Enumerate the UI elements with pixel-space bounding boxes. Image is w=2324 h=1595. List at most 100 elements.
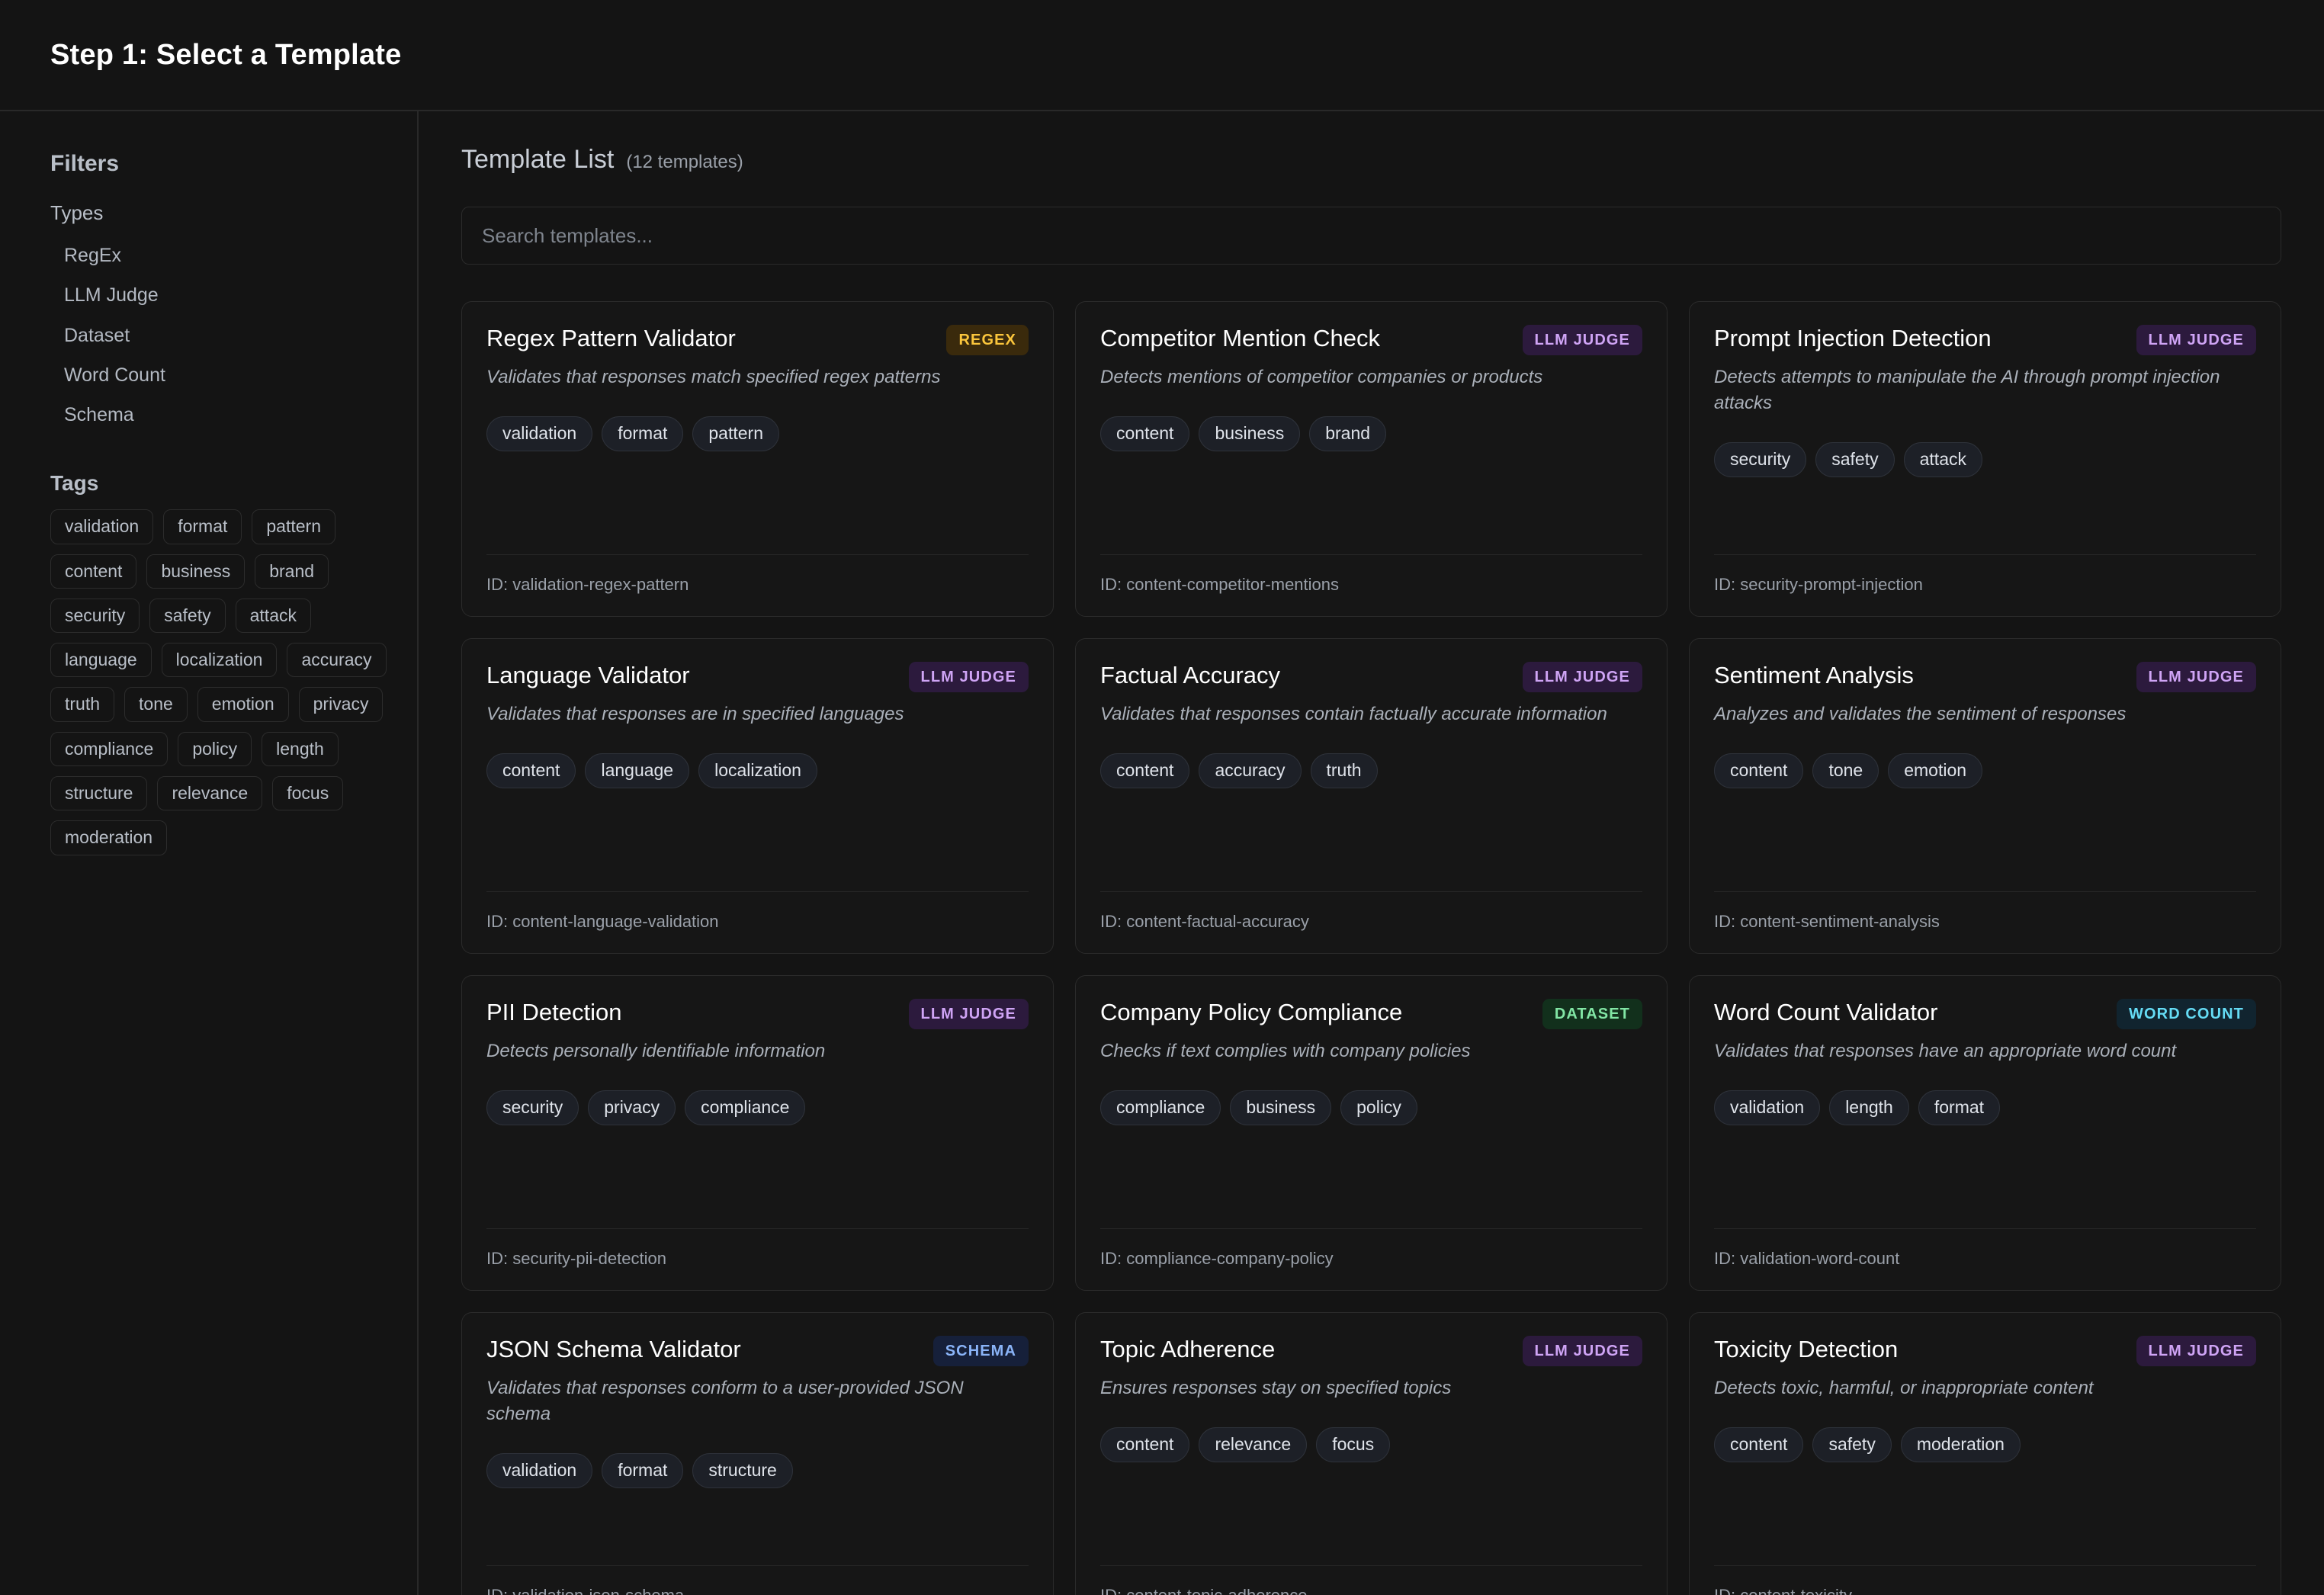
template-name: Competitor Mention Check bbox=[1100, 325, 1380, 351]
tag-filter-chip[interactable]: length bbox=[262, 731, 339, 767]
template-card[interactable]: Toxicity Detection LLM JUDGE Detects toxic… bbox=[1689, 1312, 2281, 1595]
tag-filter-chip[interactable]: accuracy bbox=[287, 643, 387, 678]
template-tag: security bbox=[486, 1090, 579, 1125]
template-card-header: Toxicity Detection LLM JUDGE bbox=[1714, 1336, 2256, 1366]
template-tag-list: content language localization bbox=[486, 753, 1029, 788]
template-card-header: Regex Pattern Validator REGEX bbox=[486, 325, 1029, 355]
type-filter-item[interactable]: Word Count bbox=[50, 355, 165, 395]
template-tag: language bbox=[585, 753, 690, 788]
tag-filter-chip[interactable]: localization bbox=[161, 643, 278, 678]
template-tag: compliance bbox=[1100, 1090, 1221, 1125]
template-card[interactable]: Prompt Injection Detection LLM JUDGE Detec… bbox=[1689, 301, 2281, 617]
template-card[interactable]: Company Policy Compliance DATASET Checks i… bbox=[1075, 975, 1668, 1291]
template-description: Analyzes and validates the sentiment of … bbox=[1714, 704, 2127, 724]
template-tag: safety bbox=[1812, 1427, 1892, 1462]
template-tag: validation bbox=[486, 416, 593, 451]
tag-filter-chip[interactable]: privacy bbox=[298, 687, 384, 722]
template-tag: privacy bbox=[588, 1090, 676, 1125]
template-tag: attack bbox=[1903, 442, 1982, 477]
template-type-badge: REGEX bbox=[946, 325, 1029, 355]
template-type-badge: LLM JUDGE bbox=[2136, 1336, 2256, 1366]
template-id: ID: content-factual-accuracy bbox=[1100, 891, 1642, 953]
template-tag: content bbox=[1100, 1427, 1190, 1462]
type-filter-item[interactable]: RegEx bbox=[50, 236, 121, 275]
template-type-badge: LLM JUDGE bbox=[2136, 662, 2256, 692]
template-tag: localization bbox=[698, 753, 817, 788]
template-card[interactable]: Sentiment Analysis LLM JUDGE Analyzes and … bbox=[1689, 638, 2281, 954]
template-card[interactable]: Topic Adherence LLM JUDGE Ensures response… bbox=[1075, 1312, 1668, 1595]
template-tag: relevance bbox=[1199, 1427, 1308, 1462]
tag-filter-chip[interactable]: validation bbox=[50, 509, 154, 544]
tag-filter-chip[interactable]: format bbox=[163, 509, 242, 544]
type-filter-item[interactable]: Schema bbox=[50, 395, 134, 435]
tags-group-label: Tags bbox=[50, 471, 99, 496]
tag-filter-chip[interactable]: language bbox=[50, 643, 152, 678]
template-card[interactable]: Factual Accuracy LLM JUDGE Validates that … bbox=[1075, 638, 1668, 954]
template-name: Toxicity Detection bbox=[1714, 1336, 1899, 1362]
tag-filter-chip[interactable]: security bbox=[50, 598, 140, 634]
tag-filter-chip[interactable]: brand bbox=[255, 554, 329, 589]
template-card[interactable]: JSON Schema Validator SCHEMA Validates tha… bbox=[461, 1312, 1054, 1595]
search-templates-bar[interactable] bbox=[461, 207, 2281, 265]
template-tag-list: security safety attack bbox=[1714, 442, 2256, 477]
template-tag: tone bbox=[1812, 753, 1879, 788]
template-card[interactable]: Language Validator LLM JUDGE Validates tha… bbox=[461, 638, 1054, 954]
page-body: Filters Types RegEx LLM Judge Dataset Word … bbox=[0, 111, 2324, 1595]
template-card-spacer bbox=[1714, 1125, 2256, 1228]
template-description: Validates that responses match specified… bbox=[486, 367, 941, 387]
template-tag-list: content accuracy truth bbox=[1100, 753, 1642, 788]
types-group-label: Types bbox=[50, 201, 104, 224]
tag-filter-chip[interactable]: attack bbox=[235, 598, 311, 634]
template-card-header: Competitor Mention Check LLM JUDGE bbox=[1100, 325, 1642, 355]
type-filter-item[interactable]: LLM Judge bbox=[50, 275, 159, 315]
tag-filter-chip[interactable]: truth bbox=[50, 687, 115, 722]
template-tag: safety bbox=[1815, 442, 1895, 477]
tag-filter-chip[interactable]: compliance bbox=[50, 731, 169, 767]
template-id: ID: validation-json-schema bbox=[486, 1565, 1029, 1595]
template-type-badge: LLM JUDGE bbox=[1522, 1336, 1642, 1366]
template-card-header: Language Validator LLM JUDGE bbox=[486, 662, 1029, 692]
template-card-header: Prompt Injection Detection LLM JUDGE bbox=[1714, 325, 2256, 355]
template-tag-list: compliance business policy bbox=[1100, 1090, 1642, 1125]
template-description: Detects mentions of competitor companies… bbox=[1100, 367, 1543, 387]
tag-filter-chip[interactable]: tone bbox=[124, 687, 188, 722]
search-input[interactable] bbox=[482, 207, 2261, 264]
tag-filter-chip[interactable]: relevance bbox=[157, 776, 263, 811]
template-tag: accuracy bbox=[1199, 753, 1302, 788]
template-tag: structure bbox=[692, 1453, 793, 1488]
tag-filter-chip[interactable]: pattern bbox=[252, 509, 335, 544]
template-card-header: JSON Schema Validator SCHEMA bbox=[486, 1336, 1029, 1366]
template-description: Validates that responses are in specifie… bbox=[486, 704, 904, 724]
template-description: Detects personally identifiable informat… bbox=[486, 1041, 826, 1061]
tag-filter-chip[interactable]: structure bbox=[50, 776, 148, 811]
template-picker-page: Step 1: Select a Template Filters Types … bbox=[0, 0, 2324, 1595]
tag-filter-chip[interactable]: moderation bbox=[50, 820, 168, 855]
template-tag: validation bbox=[486, 1453, 593, 1488]
template-card[interactable]: Regex Pattern Validator REGEX Validates th… bbox=[461, 301, 1054, 617]
template-tag: moderation bbox=[1900, 1427, 2021, 1462]
template-tag: format bbox=[602, 1453, 684, 1488]
tag-filter-chip[interactable]: policy bbox=[178, 731, 252, 767]
template-tag: content bbox=[1100, 416, 1190, 451]
template-name: Sentiment Analysis bbox=[1714, 662, 1914, 688]
tag-filter-chip[interactable]: focus bbox=[272, 776, 344, 811]
template-card[interactable]: Competitor Mention Check LLM JUDGE Detects… bbox=[1075, 301, 1668, 617]
template-list-title: Template List bbox=[461, 145, 615, 174]
template-tag-list: content relevance focus bbox=[1100, 1427, 1642, 1462]
template-card-spacer bbox=[486, 1488, 1029, 1565]
template-card-spacer bbox=[486, 1125, 1029, 1228]
type-filter-item[interactable]: Dataset bbox=[50, 316, 130, 355]
tag-filter-chip[interactable]: business bbox=[146, 554, 246, 589]
template-tag: length bbox=[1829, 1090, 1909, 1125]
tag-filter-chip[interactable]: content bbox=[50, 554, 137, 589]
template-card-header: Company Policy Compliance DATASET bbox=[1100, 999, 1642, 1029]
tag-filter-chip[interactable]: safety bbox=[149, 598, 226, 634]
template-tag: content bbox=[1714, 753, 1804, 788]
template-card[interactable]: Word Count Validator WORD COUNT Validates … bbox=[1689, 975, 2281, 1291]
template-tag-list: content tone emotion bbox=[1714, 753, 2256, 788]
template-tag: format bbox=[602, 416, 684, 451]
tag-filter-chip[interactable]: emotion bbox=[197, 687, 289, 722]
template-name: Factual Accuracy bbox=[1100, 662, 1281, 688]
template-card-spacer bbox=[1714, 477, 2256, 554]
template-card[interactable]: PII Detection LLM JUDGE Detects personally… bbox=[461, 975, 1054, 1291]
